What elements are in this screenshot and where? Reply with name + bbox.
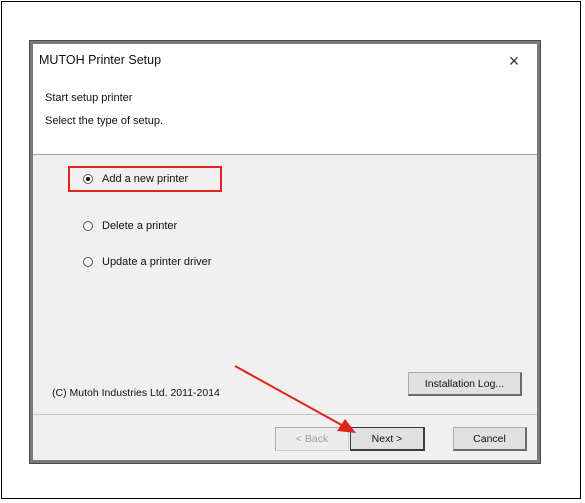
radio-add-printer[interactable]: Add a new printer	[83, 168, 188, 190]
title-bar[interactable]: MUTOH Printer Setup ×	[33, 44, 537, 78]
header-panel: Start setup printer Select the type of s…	[33, 78, 537, 155]
back-button[interactable]: < Back	[275, 427, 349, 451]
header-heading: Start setup printer	[45, 92, 133, 104]
radio-button[interactable]	[83, 257, 93, 267]
installation-log-button[interactable]: Installation Log...	[408, 372, 522, 396]
copyright-text: (C) Mutoh Industries Ltd. 2011-2014	[52, 387, 220, 399]
header-subheading: Select the type of setup.	[45, 115, 164, 127]
next-button[interactable]: Next >	[350, 427, 425, 451]
radio-label: Delete a printer	[102, 220, 178, 232]
radio-label: Update a printer driver	[102, 256, 212, 268]
radio-update-driver[interactable]: Update a printer driver	[83, 251, 211, 273]
radio-button-checked[interactable]	[83, 174, 93, 184]
radio-delete-printer[interactable]: Delete a printer	[83, 215, 177, 237]
close-icon[interactable]: ×	[501, 49, 527, 73]
radio-button[interactable]	[83, 221, 93, 231]
footer-separator	[33, 414, 537, 415]
radio-label: Add a new printer	[102, 173, 189, 185]
setup-dialog: MUTOH Printer Setup × Start setup printe…	[29, 40, 541, 464]
cancel-button[interactable]: Cancel	[453, 427, 527, 451]
window-title: MUTOH Printer Setup	[39, 53, 162, 67]
